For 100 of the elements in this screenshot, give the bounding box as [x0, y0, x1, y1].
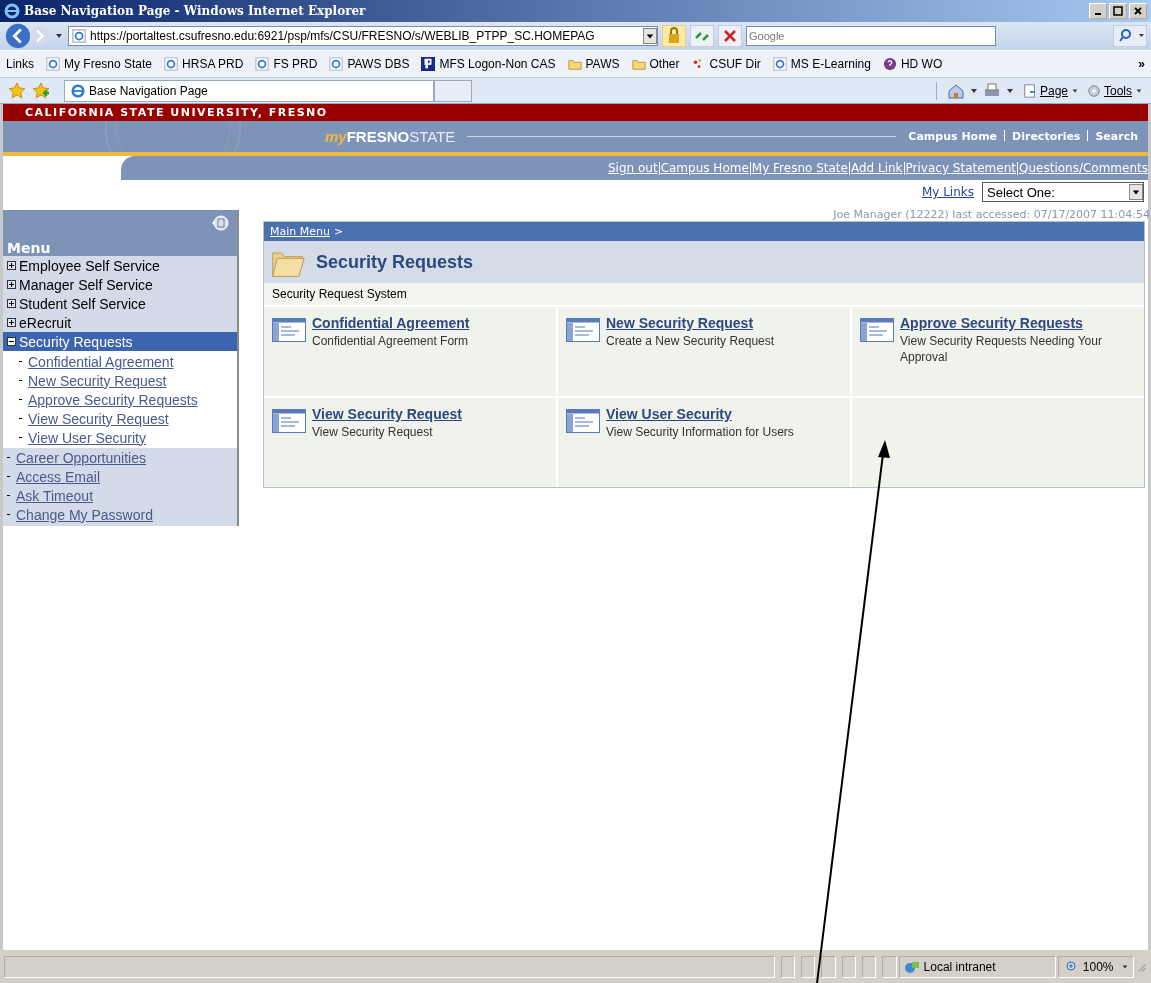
- page-icon: [72, 29, 86, 43]
- maximize-button[interactable]: [1109, 3, 1127, 19]
- favorite-link[interactable]: Other: [631, 57, 680, 71]
- plus-icon: [7, 280, 16, 289]
- status-pane: [841, 955, 856, 978]
- stop-icon[interactable]: [718, 25, 742, 47]
- page-menu[interactable]: Page: [1022, 83, 1079, 98]
- close-button[interactable]: [1129, 3, 1147, 19]
- favorite-link[interactable]: CSUF Dir: [691, 57, 761, 71]
- tile-link[interactable]: Confidential Agreement: [312, 315, 470, 331]
- menu-link[interactable]: Ask Timeout: [16, 487, 94, 504]
- globe-page-icon: [46, 57, 60, 71]
- status-pane: [882, 955, 897, 978]
- portal-logo: myFRESNOSTATE: [325, 128, 456, 145]
- minimize-icon: [1095, 13, 1101, 15]
- breadcrumb-separator: >: [333, 225, 344, 238]
- menu-link[interactable]: Access Email: [16, 468, 101, 485]
- overflow-chevron[interactable]: »: [1138, 57, 1145, 71]
- tile-link[interactable]: New Security Request: [606, 315, 754, 331]
- status-pane: [821, 955, 836, 978]
- favorite-link[interactable]: PAWS: [567, 57, 620, 71]
- caret-icon: [1071, 86, 1079, 95]
- globe-page-icon: [772, 57, 787, 71]
- search-button[interactable]: [1113, 25, 1147, 47]
- globe-page-icon: [329, 57, 344, 71]
- back-button[interactable]: [4, 22, 32, 50]
- status-pane: [780, 955, 795, 978]
- dropdown-button[interactable]: [1129, 184, 1143, 200]
- window-icon: [566, 409, 600, 433]
- address-field[interactable]: https://portaltest.csufresno.edu:6921/psp/mfs/CSU/FRESNO/s/WEBLIB_PTPP_SC.HOMEPAG: [68, 26, 658, 46]
- favorite-link[interactable]: HRSA PRD: [164, 57, 244, 71]
- help-icon: [882, 57, 897, 71]
- refresh-icon[interactable]: [690, 25, 714, 47]
- letter-p-icon: [421, 57, 436, 71]
- tile-description: Confidential Agreement Form: [312, 333, 470, 349]
- menu-link[interactable]: Confidential Agreement: [28, 353, 174, 370]
- close-icon: [1133, 6, 1143, 16]
- add-favorite-icon[interactable]: [32, 81, 50, 100]
- my-links-link[interactable]: My Links: [921, 185, 974, 199]
- forward-button[interactable]: [28, 25, 50, 47]
- favorite-link[interactable]: MFS Logon-Non CAS: [421, 57, 556, 71]
- favorite-link[interactable]: MS E-Learning: [772, 57, 871, 71]
- caret-icon: [1135, 86, 1143, 95]
- window-icon: [860, 318, 894, 342]
- maximize-icon: [1113, 6, 1123, 16]
- menu-link[interactable]: Approve Security Requests: [28, 391, 198, 408]
- menu-folder[interactable]: Employee Self Service: [3, 256, 237, 275]
- menu-folder[interactable]: Security Requests: [3, 332, 237, 351]
- security-zone: Local intranet: [898, 955, 1056, 978]
- menu-link[interactable]: New Security Request: [28, 372, 167, 389]
- menu-folder[interactable]: Student Self Service: [3, 294, 237, 313]
- tile-description: View Security Requests Needing Your Approval: [900, 333, 1103, 365]
- favorite-link[interactable]: HD WO: [882, 57, 943, 71]
- my-links-select[interactable]: Select One:: [982, 182, 1144, 202]
- globe-page-icon: [255, 57, 270, 71]
- minus-icon: [7, 337, 16, 346]
- plus-icon: [7, 299, 16, 308]
- menu-link[interactable]: View Security Request: [28, 410, 169, 427]
- menu-link[interactable]: Career Opportunities: [16, 449, 146, 466]
- dropdown-button[interactable]: [643, 28, 657, 44]
- folder-icon: [631, 57, 646, 71]
- plus-icon: [7, 318, 16, 327]
- menu-link[interactable]: View User Security: [28, 429, 146, 446]
- caret-icon: [1121, 962, 1130, 971]
- favorite-link[interactable]: FS PRD: [255, 57, 318, 71]
- folder-icon: [567, 57, 582, 71]
- minimize-button[interactable]: [1089, 3, 1107, 19]
- zoom-icon: [1064, 959, 1079, 974]
- tile-description: View Security Information for Users: [606, 424, 794, 440]
- status-pane: [861, 955, 877, 978]
- page-icon: [1022, 83, 1037, 98]
- browser-icon: [4, 3, 20, 19]
- links-label: Links: [6, 57, 34, 71]
- menu-folder[interactable]: eRecruit: [3, 313, 237, 332]
- lock-icon[interactable]: [662, 25, 686, 47]
- globe-page-icon: [164, 57, 179, 71]
- tile-link[interactable]: View User Security: [606, 406, 732, 422]
- tools-menu[interactable]: Tools: [1087, 83, 1143, 98]
- tile-description: View Security Request: [312, 424, 434, 440]
- menu-title: Menu: [7, 240, 52, 256]
- tile-link[interactable]: View Security Request: [312, 406, 462, 422]
- gear-icon: [1087, 83, 1101, 98]
- window-icon: [272, 409, 306, 433]
- window-icon: [272, 318, 306, 342]
- status-pane: [801, 955, 816, 978]
- window-icon: [566, 318, 600, 342]
- menu-folder[interactable]: Manager Self Service: [3, 275, 237, 294]
- search-field[interactable]: Google: [746, 26, 996, 46]
- browser-icon: [71, 83, 85, 98]
- favorite-link[interactable]: My Fresno State: [46, 57, 153, 71]
- breadcrumb-link[interactable]: Main Menu: [270, 225, 330, 238]
- favorite-link[interactable]: PAWS DBS: [329, 57, 410, 71]
- zoom-control[interactable]: 100%: [1057, 955, 1135, 978]
- plus-icon: [7, 261, 16, 270]
- menu-link[interactable]: Change My Password: [16, 506, 153, 523]
- tile-link[interactable]: Approve Security Requests: [900, 315, 1083, 331]
- last-accessed-text: Joe Manager (12222) last accessed: 07/17/2007 11:04:54: [831, 208, 1150, 221]
- browser-tab[interactable]: Base Navigation Page: [64, 79, 434, 102]
- star-icon[interactable]: [8, 81, 26, 100]
- university-name: CALIFORNIA STATE UNIVERSITY, FRESNO: [25, 106, 328, 119]
